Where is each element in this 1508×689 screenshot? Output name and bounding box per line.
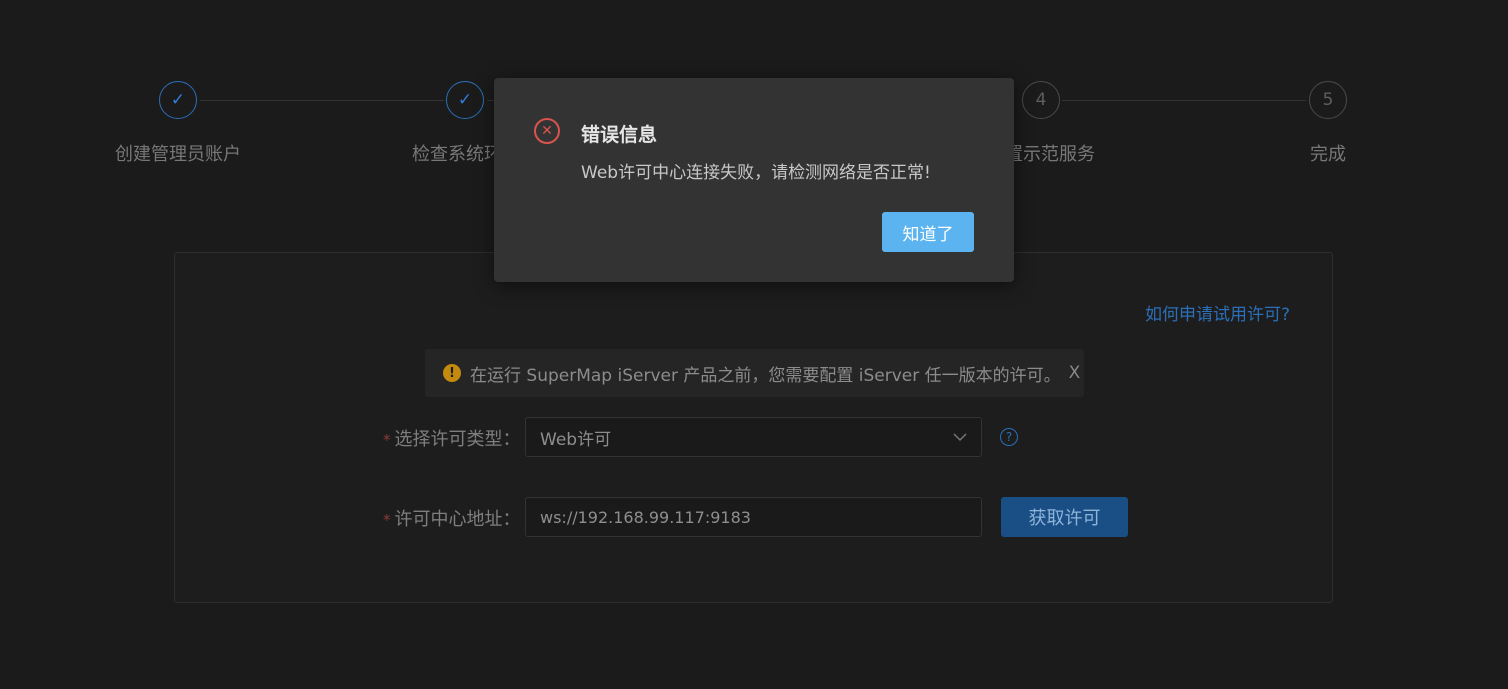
step-2-label: 检查系统环 xyxy=(412,144,502,165)
warning-icon: ! xyxy=(443,364,461,382)
step-5-label: 完成 xyxy=(1310,144,1346,165)
step-connector xyxy=(200,100,444,101)
required-mark: * xyxy=(383,431,391,449)
acknowledge-button[interactable]: 知道了 xyxy=(882,212,974,252)
error-dialog: ✕ 错误信息 Web许可中心连接失败，请检测网络是否正常! 知道了 xyxy=(494,78,1014,282)
license-type-label: * 选择许可类型： xyxy=(383,425,521,451)
error-dialog-message: Web许可中心连接失败，请检测网络是否正常! xyxy=(581,163,931,183)
step-4-label: 置示范服务 xyxy=(1005,144,1095,165)
error-circle-x-icon: ✕ xyxy=(534,118,560,144)
license-center-address-input[interactable] xyxy=(525,497,982,537)
step-1-label: 创建管理员账户 xyxy=(115,144,241,165)
license-center-label: * 许可中心地址： xyxy=(383,505,521,531)
chevron-down-icon xyxy=(953,433,967,442)
error-dialog-title: 错误信息 xyxy=(581,124,658,146)
get-license-button[interactable]: 获取许可 xyxy=(1001,497,1128,537)
trial-license-help-link[interactable]: 如何申请试用许可? xyxy=(1145,300,1290,325)
step-connector xyxy=(1062,100,1306,101)
step-1-check-icon: ✓ xyxy=(159,81,197,119)
license-type-select[interactable]: Web许可 xyxy=(525,417,982,457)
required-mark: * xyxy=(383,511,391,529)
license-type-label-text: 选择许可类型： xyxy=(394,429,521,450)
license-warning-alert: ! 在运行 SuperMap iServer 产品之前，您需要配置 iServe… xyxy=(425,349,1084,397)
step-5-number: 5 xyxy=(1309,81,1347,119)
step-2-check-icon: ✓ xyxy=(446,81,484,119)
license-type-value: Web许可 xyxy=(540,429,612,450)
question-help-icon[interactable]: ? xyxy=(1000,428,1018,446)
close-icon[interactable]: X xyxy=(1069,363,1081,383)
license-center-label-text: 许可中心地址： xyxy=(394,509,521,530)
alert-text: 在运行 SuperMap iServer 产品之前，您需要配置 iServer … xyxy=(470,365,1061,386)
step-4-number: 4 xyxy=(1022,81,1060,119)
